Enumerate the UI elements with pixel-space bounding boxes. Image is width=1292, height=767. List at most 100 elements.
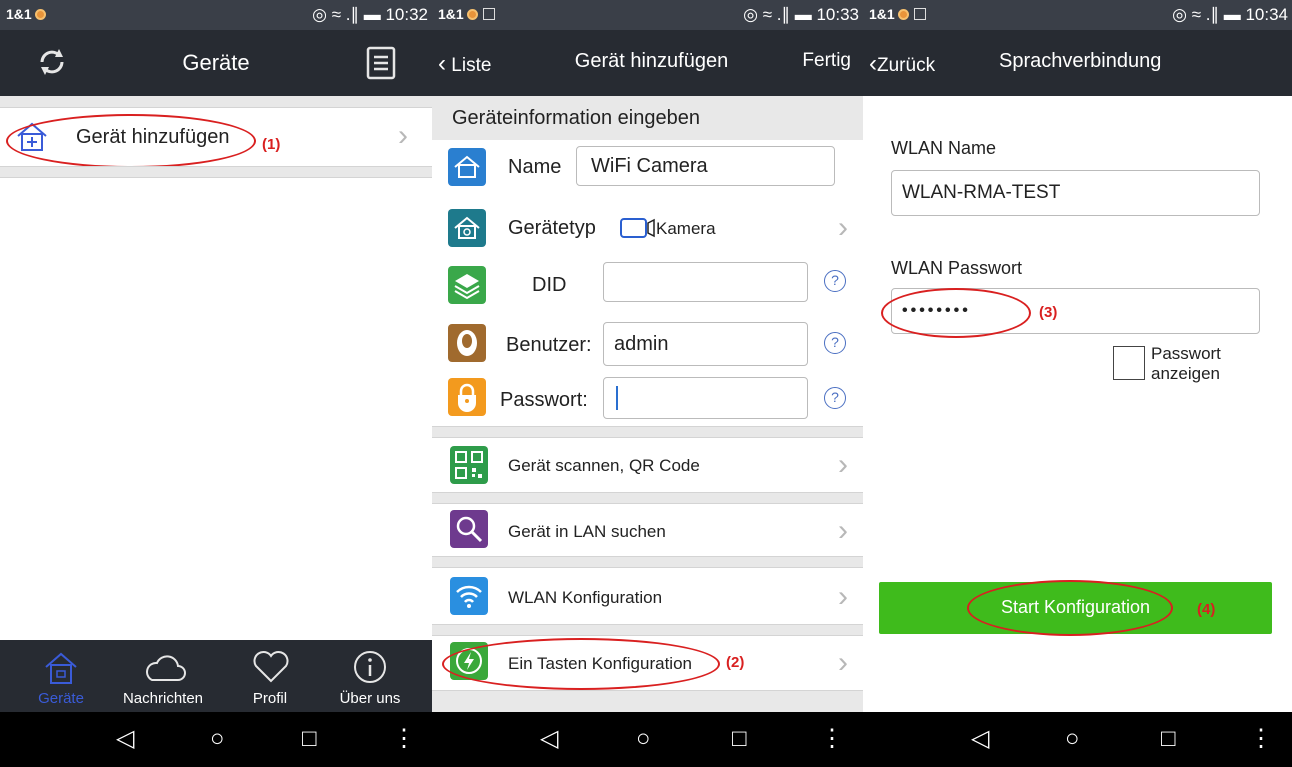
- menu-label: Ein Tasten Konfiguration: [508, 654, 692, 673]
- name-input[interactable]: WiFi Camera: [576, 146, 835, 186]
- qr-code-icon: [450, 446, 488, 484]
- user-label: Benutzer:: [506, 334, 592, 356]
- form-section-header: Geräteinformation eingeben: [432, 96, 863, 140]
- menu-item-wlan-config[interactable]: WLAN Konfiguration ›: [432, 568, 863, 624]
- wlan-password-label: WLAN Passwort: [891, 258, 1023, 278]
- show-password-checkbox[interactable]: [1113, 346, 1145, 380]
- name-label: Name: [508, 156, 562, 178]
- device-type-value: Kamera: [656, 219, 716, 238]
- annotation-label: (2): [726, 654, 745, 671]
- text-cursor: [616, 386, 618, 410]
- home-icon: [448, 148, 486, 186]
- home-add-icon: [16, 122, 48, 152]
- did-row: DID ?: [432, 258, 863, 312]
- lightning-icon: [450, 642, 488, 680]
- section-title: Geräteinformation eingeben: [452, 107, 700, 129]
- status-bar: 1&1 ◎ ≈ .∥ ▬ 10:34: [863, 0, 1292, 30]
- annotation-label: (3): [1039, 304, 1058, 321]
- page-title: Gerät hinzufügen: [574, 50, 729, 72]
- system-nav-bar: ◁ ○ □ ⋮: [863, 712, 1292, 767]
- status-bar: 1&1 ◎ ≈ .∥ ▬ 10:32: [0, 0, 432, 30]
- back-button[interactable]: ‹Zurück: [869, 50, 935, 78]
- lock-icon: [448, 378, 486, 416]
- menu-label: Gerät scannen, QR Code: [508, 456, 700, 475]
- back-nav-icon[interactable]: ◁: [971, 724, 989, 754]
- tab-label: Geräte: [38, 690, 84, 707]
- user-icon: [448, 324, 486, 362]
- separator: [432, 624, 863, 636]
- carrier-label: 1&1: [438, 6, 495, 22]
- page-title: Sprachverbindung: [999, 50, 1162, 72]
- clock: 10:33: [816, 5, 859, 24]
- camera-home-icon: [448, 209, 486, 247]
- recents-nav-icon[interactable]: □: [302, 724, 317, 754]
- home-nav-icon[interactable]: ○: [1065, 724, 1080, 754]
- menu-nav-icon[interactable]: ⋮: [1249, 724, 1273, 754]
- screen-voice-connection: 1&1 ◎ ≈ .∥ ▬ 10:34 ‹Zurück Sprachverbind…: [863, 0, 1292, 767]
- tab-label: Nachrichten: [122, 690, 204, 707]
- help-icon[interactable]: ?: [824, 332, 846, 354]
- clock: 10:34: [1245, 5, 1288, 24]
- chevron-right-icon: ›: [838, 646, 848, 679]
- layers-icon: [448, 266, 486, 304]
- chevron-left-icon: ‹: [869, 50, 877, 77]
- separator: [432, 556, 863, 568]
- screen-devices: 1&1 ◎ ≈ .∥ ▬ 10:32 Geräte Gerät hinzufüg…: [0, 0, 432, 767]
- home-icon: [43, 650, 79, 691]
- clock: 10:32: [385, 5, 428, 24]
- password-label: Passwort:: [500, 389, 588, 411]
- did-input[interactable]: [603, 262, 808, 302]
- chevron-right-icon: ›: [838, 580, 848, 613]
- name-row: Name WiFi Camera: [432, 140, 863, 194]
- chevron-right-icon: ›: [838, 211, 848, 244]
- menu-item-lan-search[interactable]: Gerät in LAN suchen ›: [432, 504, 863, 556]
- chevron-right-icon: ›: [398, 119, 408, 152]
- wlan-password-input[interactable]: ••••••••: [891, 288, 1260, 334]
- recents-nav-icon[interactable]: □: [732, 724, 747, 754]
- menu-nav-icon[interactable]: ⋮: [820, 724, 844, 754]
- info-icon: [353, 650, 387, 689]
- done-button[interactable]: Fertig: [802, 50, 851, 72]
- home-nav-icon[interactable]: ○: [636, 724, 651, 754]
- password-input[interactable]: [603, 377, 808, 419]
- separator: [0, 96, 432, 108]
- device-type-row[interactable]: Gerätetyp Kamera ›: [432, 201, 863, 255]
- menu-label: Gerät in LAN suchen: [508, 522, 666, 541]
- menu-item-scan-qr[interactable]: Gerät scannen, QR Code ›: [432, 438, 863, 492]
- cloud-icon: [142, 650, 186, 689]
- separator: [432, 426, 863, 438]
- recents-nav-icon[interactable]: □: [1161, 724, 1176, 754]
- carrier-label: 1&1: [6, 6, 46, 22]
- tab-label: Profil: [252, 690, 288, 707]
- back-nav-icon[interactable]: ◁: [540, 724, 558, 754]
- wlan-name-input[interactable]: WLAN-RMA-TEST: [891, 170, 1260, 216]
- list-icon[interactable]: [364, 46, 398, 80]
- device-type-label: Gerätetyp: [508, 217, 596, 239]
- status-icons: ◎ ≈ .∥ ▬ 10:33: [743, 5, 859, 24]
- separator: [432, 690, 863, 712]
- add-device-label: Gerät hinzufügen: [76, 126, 230, 148]
- separator: [0, 166, 432, 178]
- tab-label: Über uns: [339, 690, 401, 707]
- did-label: DID: [532, 274, 567, 296]
- password-row: Passwort: ?: [432, 373, 863, 425]
- user-input[interactable]: admin: [603, 322, 808, 366]
- wifi-icon: [450, 577, 488, 615]
- add-device-row[interactable]: Gerät hinzufügen ›: [0, 108, 432, 166]
- chevron-right-icon: ›: [838, 514, 848, 547]
- nav-bar: ‹ Liste Gerät hinzufügen Fertig: [432, 30, 863, 96]
- home-nav-icon[interactable]: ○: [210, 724, 225, 754]
- back-nav-icon[interactable]: ◁: [116, 724, 134, 754]
- menu-item-one-key-config[interactable]: Ein Tasten Konfiguration ›: [432, 636, 863, 690]
- separator: [432, 492, 863, 504]
- annotation-label: (4): [1197, 601, 1216, 618]
- nav-bar: ‹Zurück Sprachverbindung: [863, 30, 1292, 96]
- help-icon[interactable]: ?: [824, 270, 846, 292]
- help-icon[interactable]: ?: [824, 387, 846, 409]
- camera-icon: [620, 217, 658, 239]
- system-nav-bar: ◁ ○ □ ⋮: [0, 712, 432, 767]
- carrier-label: 1&1: [869, 6, 926, 22]
- menu-nav-icon[interactable]: ⋮: [392, 724, 416, 754]
- wlan-name-label: WLAN Name: [891, 138, 997, 158]
- menu-label: WLAN Konfiguration: [508, 588, 663, 607]
